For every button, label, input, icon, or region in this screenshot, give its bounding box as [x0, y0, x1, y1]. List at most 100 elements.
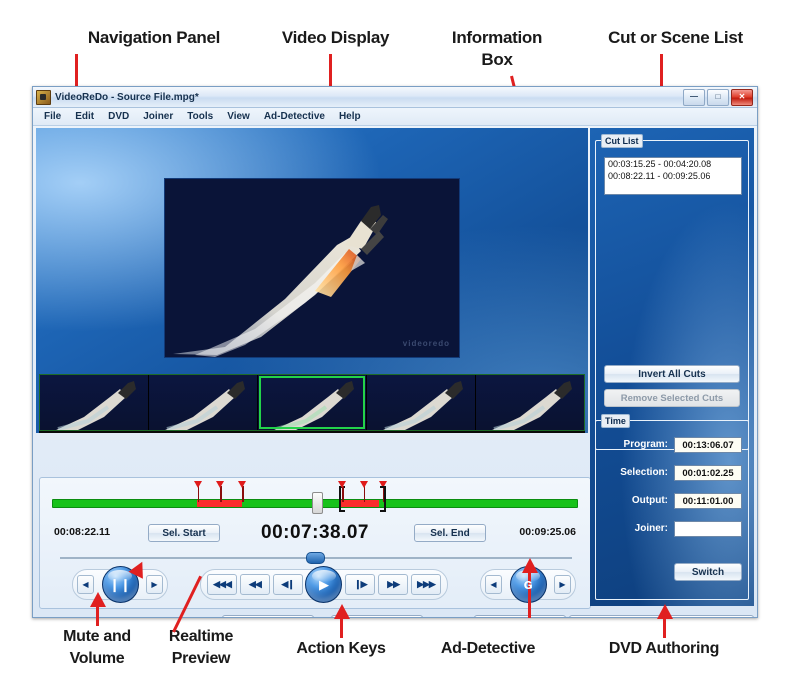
annotation-realtime-preview-line1: Realtime: [168, 628, 234, 645]
step-back-button[interactable]: ◀❙: [272, 574, 303, 595]
step-forward-button[interactable]: ❙▶: [345, 574, 376, 595]
annotation-information-box-line1: Information: [451, 28, 543, 47]
selection-label: Selection:: [620, 467, 668, 478]
maximize-button[interactable]: □: [707, 88, 729, 106]
forward-fast-button[interactable]: ▶▶▶: [410, 574, 441, 595]
video-display[interactable]: videoredo: [164, 178, 460, 358]
timeline-end-time: 00:09:25.06: [519, 526, 576, 538]
audio-waveform-band: [39, 431, 585, 433]
app-icon: [36, 89, 51, 105]
annotation-ad-detective: Ad-Detective: [440, 640, 536, 657]
cut-list-item[interactable]: 00:08:22.11 - 00:09:25.06: [605, 170, 741, 182]
remove-selected-cuts-button: Remove Selected Cuts: [604, 389, 740, 407]
menu-item-ad-detective[interactable]: Ad-Detective: [257, 110, 332, 123]
video-frame-image: [165, 179, 459, 357]
time-group-label: Time: [601, 414, 630, 428]
create-dvd-button[interactable]: Create DVD: [668, 615, 754, 617]
video-display-area: videoredo: [36, 128, 588, 433]
joiner-value[interactable]: [674, 521, 742, 537]
menu-item-help[interactable]: Help: [332, 110, 368, 123]
annotation-arrowhead-dvd-authoring: [657, 604, 673, 619]
cut-list-item[interactable]: 00:03:15.25 - 00:04:20.08: [605, 158, 741, 170]
menu-item-dvd[interactable]: DVD: [101, 110, 136, 123]
menu-item-edit[interactable]: Edit: [68, 110, 101, 123]
cut-marker[interactable]: [238, 481, 247, 502]
timeline-start-time: 00:08:22.11: [54, 526, 111, 538]
window-buttons: — □ ✕: [683, 88, 754, 106]
window-title: VideoReDo - Source File.mpg*: [55, 91, 199, 103]
ad-detective-prev-button[interactable]: ◀: [485, 575, 502, 594]
thumb-rocket-icon: [165, 381, 245, 430]
timeline-labels-row: 00:08:22.11 Sel. Start 00:07:38.07 Sel. …: [40, 520, 590, 546]
ad-detective-icon: ɢ: [523, 576, 533, 593]
annotation-cut-or-scene-list: Cut or Scene List: [608, 28, 743, 47]
filmstrip-thumb-selected[interactable]: [258, 375, 367, 430]
thumb-rocket-icon: [274, 381, 354, 430]
cut-marker[interactable]: [193, 481, 203, 502]
close-button[interactable]: ✕: [731, 88, 753, 106]
add-title-to-dvd-button[interactable]: Add title to DVD: [569, 615, 665, 617]
thumb-rocket-icon: [383, 381, 463, 430]
rewind-fast-button[interactable]: ◀◀◀: [207, 574, 237, 595]
cut-list-box[interactable]: 00:03:15.25 - 00:04:20.08 00:08:22.11 - …: [604, 157, 742, 195]
cut-marker[interactable]: [359, 481, 369, 502]
application-window: VideoReDo - Source File.mpg* — □ ✕ File …: [32, 86, 758, 618]
cut-marker[interactable]: [338, 481, 347, 502]
rewind-button[interactable]: ◀◀: [239, 574, 270, 595]
thumb-rocket-icon: [492, 381, 572, 430]
navigation-keys-group: ◀◀◀ ◀◀ ◀❙ ▶ ❙▶ ▶▶ ▶▶▶: [200, 566, 448, 603]
forward-button[interactable]: ▶▶: [378, 574, 409, 595]
minimize-icon: —: [690, 92, 698, 101]
sel-start-button[interactable]: Sel. Start: [148, 524, 220, 542]
right-panel: Cut List 00:03:15.25 - 00:04:20.08 00:08…: [590, 128, 754, 606]
time-information-box: Time Program: 00:13:06.07 Selection: 00:…: [595, 414, 749, 600]
play-button[interactable]: ▶: [305, 566, 343, 603]
menu-item-file[interactable]: File: [37, 110, 68, 123]
filmstrip-thumb[interactable]: [476, 375, 584, 430]
filmstrip-thumb[interactable]: [149, 375, 258, 430]
annotation-mute-and-volume-line1: Mute and: [63, 628, 131, 645]
close-icon: ✕: [738, 92, 746, 101]
cut-list-group: Cut List 00:03:15.25 - 00:04:20.08 00:08…: [595, 134, 749, 450]
title-bar: VideoReDo - Source File.mpg* — □ ✕: [33, 87, 757, 108]
output-label: Output:: [631, 495, 668, 506]
minimize-button[interactable]: —: [683, 88, 705, 106]
annotation-mute-and-volume-line2: Volume: [69, 650, 125, 667]
invert-all-cuts-button[interactable]: Invert All Cuts: [604, 365, 740, 383]
menu-item-view[interactable]: View: [220, 110, 257, 123]
menu-item-joiner[interactable]: Joiner: [136, 110, 180, 123]
switch-button[interactable]: Switch: [674, 563, 742, 581]
preview-next-button[interactable]: ▶: [146, 575, 163, 594]
speaker-icon: [47, 617, 63, 618]
output-value: 00:11:01.00: [674, 493, 742, 509]
current-time-display: 00:07:38.07: [261, 522, 369, 543]
annotation-realtime-preview-line2: Preview: [171, 650, 231, 667]
playhead-handle[interactable]: [312, 492, 324, 514]
filmstrip-thumb[interactable]: [367, 375, 476, 430]
cut-list-group-label: Cut List: [601, 134, 643, 148]
filmstrip-thumb[interactable]: [40, 375, 149, 430]
annotation-arrowhead-action-keys: [334, 604, 350, 619]
save-as-button[interactable]: Save As...: [474, 615, 566, 617]
timeline-track-wrapper[interactable]: [52, 481, 578, 514]
selection-end-bracket[interactable]: [379, 486, 386, 512]
annotation-dvd-authoring: DVD Authoring: [608, 640, 720, 657]
thumb-rocket-icon: [56, 381, 136, 430]
position-slider-knob[interactable]: [305, 552, 325, 564]
menu-item-tools[interactable]: Tools: [180, 110, 220, 123]
annotation-action-keys: Action Keys: [296, 640, 386, 657]
realtime-preview-group: ◀ ❙❙ ▶: [72, 566, 168, 603]
program-value: 00:13:06.07: [674, 437, 742, 453]
mute-button[interactable]: [47, 617, 63, 618]
navigation-panel: videoredo 00:08:22.11 Sel. Start 00:07:3…: [36, 128, 754, 617]
video-watermark: videoredo: [402, 339, 450, 348]
annotation-information-box-line2: Box: [481, 50, 513, 69]
rocket-launch-graphic: [165, 179, 459, 357]
maximize-icon: □: [715, 92, 721, 101]
ad-detective-next-button[interactable]: ▶: [554, 575, 571, 594]
cut-marker[interactable]: [216, 481, 225, 502]
sel-end-button[interactable]: Sel. End: [414, 524, 486, 542]
filmstrip[interactable]: [39, 374, 585, 431]
annotation-video-display: Video Display: [281, 28, 390, 47]
cut-selection-button[interactable]: Cut Selection: [222, 615, 314, 617]
